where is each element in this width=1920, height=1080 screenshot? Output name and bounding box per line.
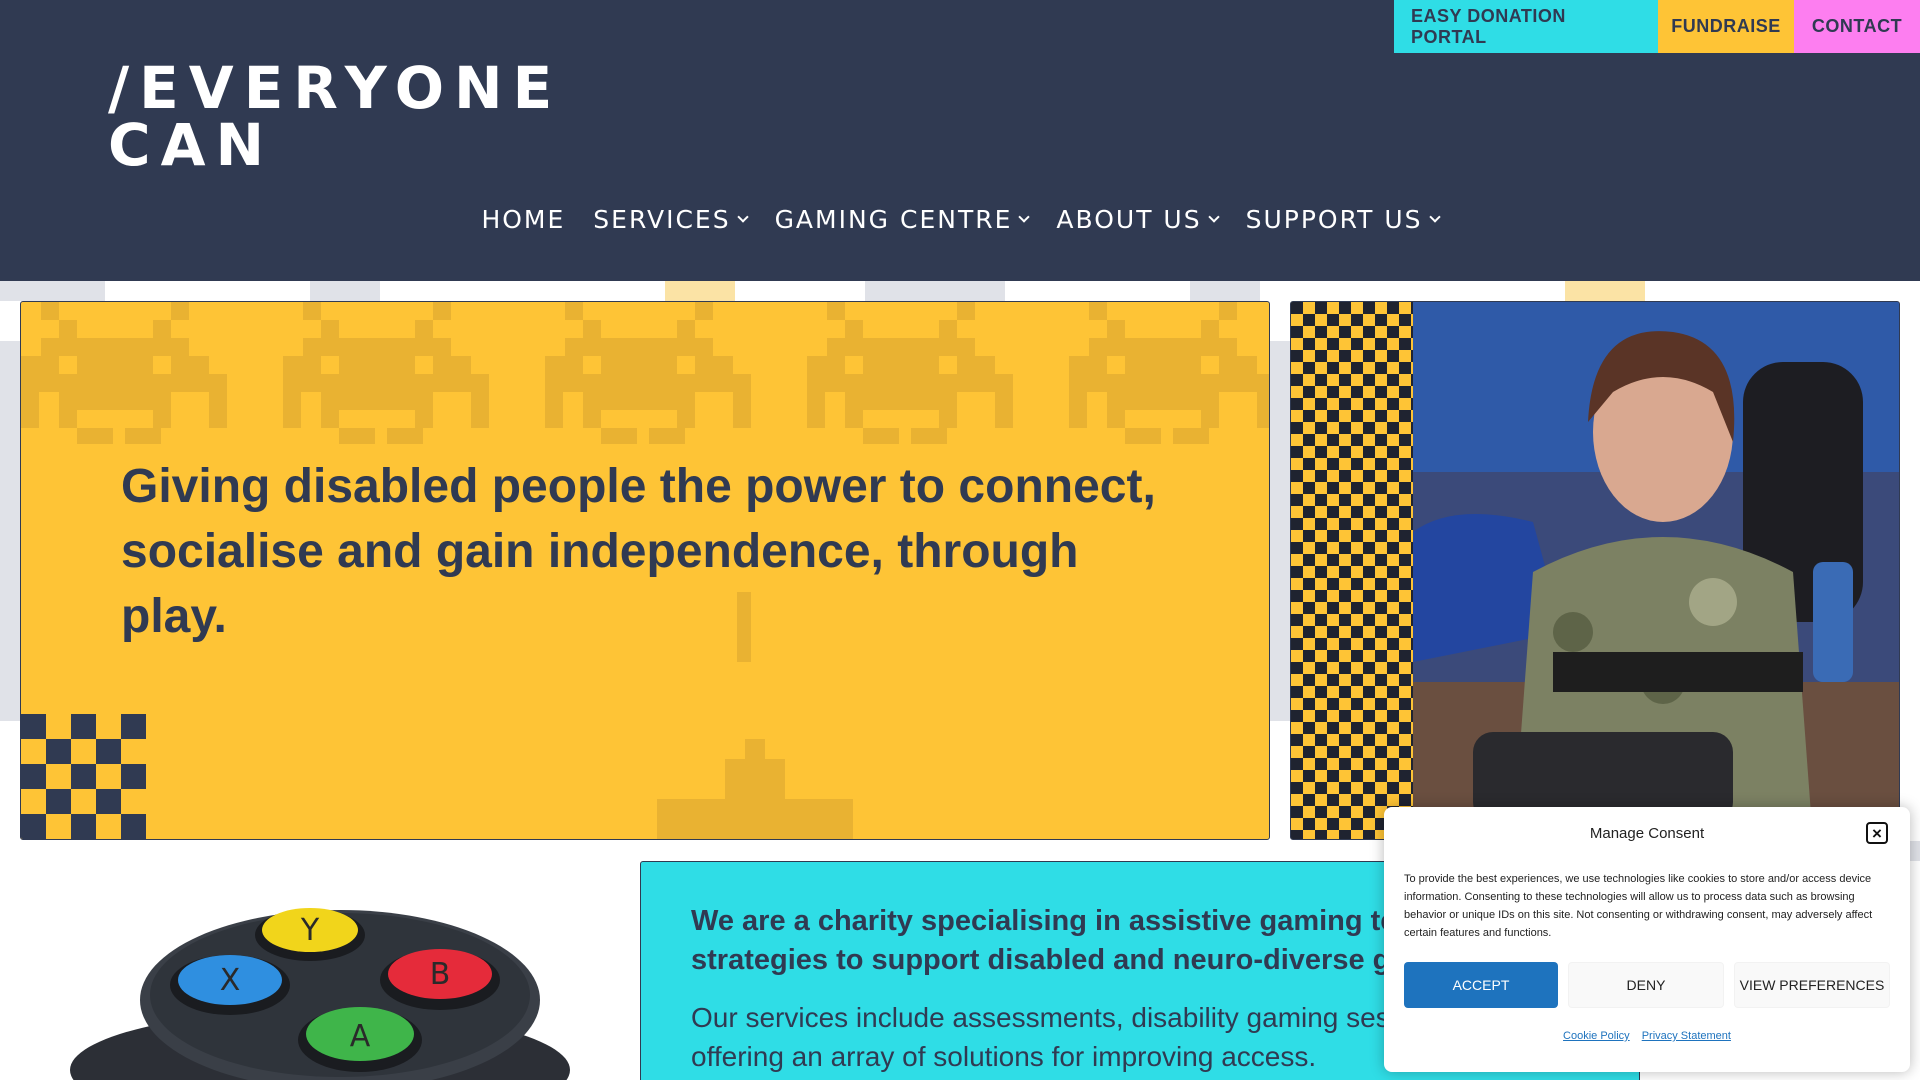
nav-item-services[interactable]: SERVICES	[593, 205, 749, 234]
top-action-bar: EASY DONATION PORTAL FUNDRAISE CONTACT	[1394, 0, 1920, 53]
nav-label-services: SERVICES	[593, 205, 731, 234]
checker-strip-decor	[1291, 302, 1413, 839]
gamepad-illustration: Y X B A	[70, 908, 570, 1080]
close-icon[interactable]: ×	[1866, 822, 1888, 844]
consent-message: To provide the best experiences, we use …	[1404, 873, 1873, 939]
pixel-bullet-decor	[737, 592, 751, 662]
nav-item-about-us[interactable]: ABOUT US	[1056, 205, 1220, 234]
hero-banner: Giving disabled people the power to conn…	[20, 301, 1270, 840]
a-label: A	[350, 1019, 371, 1054]
main-nav: HOME SERVICES GAMING CENTRE ABOUT US SUP…	[0, 205, 1920, 234]
logo-line-1: /EVERYONE	[108, 54, 563, 122]
privacy-statement-link[interactable]: Privacy Statement	[1642, 1030, 1731, 1042]
deny-button[interactable]: DENY	[1568, 962, 1724, 1008]
chevron-down-icon	[736, 210, 749, 223]
accept-button[interactable]: ACCEPT	[1404, 962, 1558, 1008]
consent-links: Cookie Policy Privacy Statement	[1404, 1030, 1890, 1042]
chevron-down-icon	[1428, 210, 1441, 223]
chevron-down-icon	[1018, 210, 1031, 223]
chevron-down-icon	[1207, 210, 1220, 223]
contact-button[interactable]: CONTACT	[1794, 0, 1920, 53]
gamer-photo	[1413, 302, 1899, 839]
y-label: Y	[300, 913, 320, 948]
fundraise-button[interactable]: FUNDRAISE	[1658, 0, 1794, 53]
nav-item-home[interactable]: HOME	[481, 205, 565, 234]
b-label: B	[430, 957, 451, 992]
nav-item-gaming-centre[interactable]: GAMING CENTRE	[774, 205, 1031, 234]
nav-label-about-us: ABOUT US	[1056, 205, 1202, 234]
nav-label-gaming-centre: GAMING CENTRE	[774, 205, 1013, 234]
cookie-policy-link[interactable]: Cookie Policy	[1563, 1030, 1630, 1042]
view-preferences-button[interactable]: VIEW PREFERENCES	[1734, 962, 1890, 1008]
easy-donation-portal-button[interactable]: EASY DONATION PORTAL	[1394, 0, 1658, 53]
x-label: X	[220, 963, 241, 998]
nav-item-support-us[interactable]: SUPPORT US	[1245, 205, 1441, 234]
site-logo[interactable]: /EVERYONE CAN	[108, 54, 563, 179]
nav-label-home: HOME	[481, 205, 566, 234]
hero-headline: Giving disabled people the power to conn…	[121, 460, 1156, 643]
consent-button-row: ACCEPT DENY VIEW PREFERENCES	[1404, 962, 1890, 1008]
logo-line-2: CAN	[108, 111, 274, 179]
consent-title: Manage Consent	[1589, 825, 1705, 842]
site-header: /EVERYONE CAN EASY DONATION PORTAL FUNDR…	[0, 0, 1920, 281]
checker-pattern-decor	[21, 714, 146, 839]
nav-label-support-us: SUPPORT US	[1245, 205, 1423, 234]
hero-photo	[1290, 301, 1900, 840]
cookie-consent-dialog: Manage Consent × To provide the best exp…	[1384, 807, 1910, 1072]
pixel-invaders-decor	[21, 302, 1269, 444]
pixel-ship-decor	[657, 739, 853, 839]
